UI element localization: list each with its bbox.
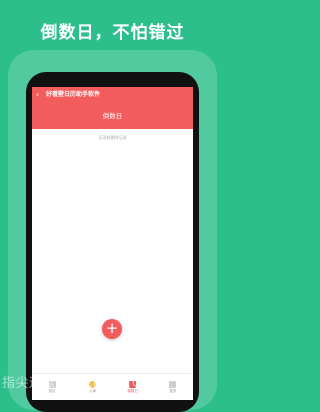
add-button[interactable]: + <box>102 319 122 339</box>
app-bar: ‹ 好看壁日历助手软件 倒数日 <box>32 87 193 129</box>
page-title: 倒数日 <box>102 112 123 120</box>
phone-screen: ‹ 好看壁日历助手软件 倒数日 还没有删除记录 + 首页 心情 倒数日 更多 <box>32 87 193 400</box>
promo-headline: 倒数日，不怕错过 <box>40 23 185 43</box>
app-title: 好看壁日历助手软件 <box>46 91 101 98</box>
watermark: 指尖运软件 · ZJNHB.COM <box>2 376 164 391</box>
back-icon[interactable]: ‹ <box>36 90 39 100</box>
empty-state-text: 还没有删除记录 <box>98 135 127 140</box>
